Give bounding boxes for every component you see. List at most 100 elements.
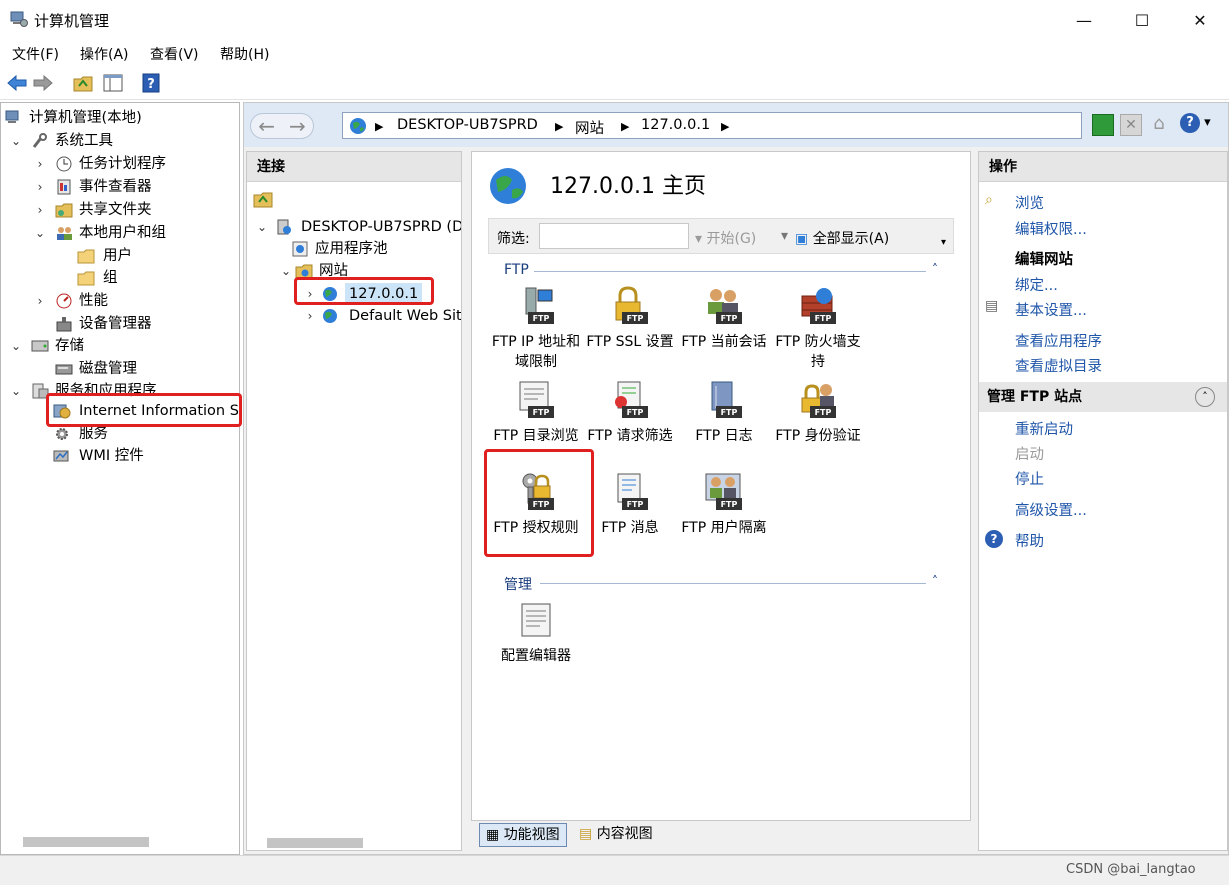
- back-forward-buttons[interactable]: ← →: [250, 113, 314, 139]
- help-dropdown[interactable]: ? ▾: [1180, 113, 1220, 137]
- collapse-icon[interactable]: ˄: [932, 574, 938, 588]
- chevron-down-icon[interactable]: ⌄: [9, 130, 23, 152]
- lock-icon: FTP: [615, 286, 648, 324]
- computer-management-icon: [5, 110, 19, 123]
- action-basic-settings[interactable]: 基本设置...: [1015, 299, 1087, 320]
- dropdown-icon[interactable]: ▾: [781, 228, 788, 244]
- menu-file[interactable]: 文件(F): [12, 44, 59, 64]
- back-arrow-icon[interactable]: [6, 72, 28, 94]
- collapse-icon[interactable]: ˄: [1195, 387, 1215, 407]
- feature-ftp-request[interactable]: FTP FTP 请求筛选: [582, 380, 678, 446]
- settings-icon: ▤: [985, 298, 999, 314]
- svg-text:FTP: FTP: [533, 408, 550, 417]
- horizontal-scrollbar[interactable]: [23, 837, 149, 847]
- close-button[interactable]: ✕: [1171, 0, 1229, 40]
- action-stop[interactable]: 停止: [1015, 468, 1044, 489]
- feature-ftp-ip[interactable]: FTP FTP IP 地址和域限制: [488, 286, 584, 372]
- action-restart[interactable]: 重新启动: [1015, 418, 1073, 439]
- highlight-site: [294, 277, 434, 305]
- feature-ftp-auth[interactable]: FTP FTP 身份验证: [770, 380, 866, 446]
- globe-icon: [490, 168, 526, 204]
- menu-help[interactable]: 帮助(H): [220, 44, 269, 64]
- title-bar: 计算机管理 — ☐ ✕: [0, 0, 1229, 40]
- svg-text:FTP: FTP: [815, 408, 832, 417]
- chevron-down-icon[interactable]: ⌄: [255, 216, 269, 238]
- crumb-separator: ▶: [555, 120, 564, 133]
- show-hide-tree-icon[interactable]: [102, 72, 124, 94]
- chevron-right-icon[interactable]: ›: [33, 153, 47, 175]
- menu-view[interactable]: 查看(V): [150, 44, 199, 64]
- funnel-icon: ▾: [695, 231, 703, 247]
- action-view-virtual-dirs[interactable]: 查看虚拟目录: [1015, 355, 1102, 376]
- filter-input[interactable]: [539, 223, 689, 249]
- user-isolation-icon: FTP: [705, 473, 742, 510]
- feature-ftp-browse[interactable]: FTP FTP 目录浏览: [488, 380, 584, 446]
- horizontal-scrollbar[interactable]: [267, 838, 363, 848]
- menu-action[interactable]: 操作(A): [80, 44, 129, 64]
- feature-ftp-sessions[interactable]: FTP FTP 当前会话: [676, 286, 772, 352]
- connect-icon[interactable]: [253, 190, 273, 208]
- help-icon[interactable]: ?: [140, 72, 162, 94]
- chevron-right-icon[interactable]: ›: [33, 199, 47, 221]
- chevron-right-icon[interactable]: ›: [33, 176, 47, 198]
- feature-ftp-firewall[interactable]: FTP FTP 防火墙支持: [770, 286, 866, 372]
- tab-content-view[interactable]: ▤ 内容视图: [575, 823, 657, 847]
- device-manager-icon: [56, 317, 72, 332]
- folder-icon: [77, 249, 95, 264]
- action-advanced-settings[interactable]: 高级设置...: [1015, 499, 1087, 520]
- start-filter-button[interactable]: ▾ 开始(G): [695, 228, 756, 248]
- status-bar: CSDN @bai_langtao: [0, 855, 1229, 885]
- chevron-down-icon[interactable]: ⌄: [9, 380, 23, 402]
- forward-arrow-icon[interactable]: [32, 72, 54, 94]
- breadcrumb[interactable]: ▶ DESKTOP-UB7SPRD ▶ 网站 ▶ 127.0.0.1 ▶: [342, 112, 1082, 139]
- feature-ftp-log[interactable]: FTP FTP 日志: [676, 380, 772, 446]
- svg-text:?: ?: [147, 77, 155, 92]
- action-view-applications[interactable]: 查看应用程序: [1015, 330, 1102, 351]
- forward-arrow-icon[interactable]: →: [289, 114, 306, 138]
- features-view-icon: ▦: [486, 827, 500, 843]
- highlight-authz: [484, 449, 594, 557]
- tab-features-view[interactable]: ▦ 功能视图: [479, 823, 567, 847]
- crumb-server[interactable]: DESKTOP-UB7SPRD: [397, 117, 538, 133]
- action-browse[interactable]: 浏览: [1015, 192, 1044, 213]
- crumb-site[interactable]: 127.0.0.1: [641, 117, 710, 133]
- shared-folder-icon: [55, 203, 73, 218]
- toolbar: ?: [0, 66, 1229, 100]
- chevron-down-icon[interactable]: ⌄: [33, 222, 47, 244]
- chevron-right-icon[interactable]: ›: [303, 305, 317, 327]
- actions-pane: 操作 ⌕ 浏览 编辑权限... 编辑网站 绑定... ▤ 基本设置... 查看应…: [978, 151, 1228, 851]
- show-all-button[interactable]: ▣ 全部显示(A): [795, 228, 889, 248]
- maximize-button[interactable]: ☐: [1113, 0, 1171, 40]
- section-divider: [534, 271, 926, 272]
- users-icon: [57, 227, 72, 240]
- menu-bar: 文件(F) 操作(A) 查看(V) 帮助(H): [0, 40, 1229, 66]
- refresh-icon[interactable]: [1092, 114, 1114, 136]
- scroll-down-icon[interactable]: ▾: [941, 237, 946, 248]
- log-icon: FTP: [711, 381, 742, 418]
- chevron-right-icon[interactable]: ›: [33, 290, 47, 312]
- svg-text:FTP: FTP: [627, 500, 644, 509]
- feature-ftp-msg[interactable]: FTP FTP 消息: [582, 472, 678, 538]
- collapse-icon[interactable]: ˄: [932, 262, 938, 276]
- chevron-down-icon[interactable]: ⌄: [9, 335, 23, 357]
- back-arrow-icon[interactable]: ←: [258, 114, 275, 138]
- feature-config-editor[interactable]: 配置编辑器: [488, 600, 584, 666]
- feature-ftp-isolation[interactable]: FTP FTP 用户隔离: [676, 472, 772, 538]
- stop-icon[interactable]: ✕: [1120, 114, 1142, 136]
- chevron-down-icon[interactable]: ⌄: [279, 260, 293, 282]
- minimize-button[interactable]: —: [1055, 0, 1113, 40]
- filter-bar: 筛选: ▾ 开始(G) ▾ ▣ 全部显示(A) ▾: [488, 218, 954, 254]
- directory-browse-icon: FTP: [519, 381, 554, 418]
- action-edit-permissions[interactable]: 编辑权限...: [1015, 218, 1087, 239]
- disk-icon: [55, 364, 73, 375]
- action-bindings[interactable]: 绑定...: [1015, 274, 1058, 295]
- up-folder-icon[interactable]: [72, 72, 94, 94]
- home-icon[interactable]: ⌂: [1148, 113, 1170, 135]
- message-icon: FTP: [617, 473, 648, 510]
- feature-ftp-ssl[interactable]: FTP FTP SSL 设置: [582, 286, 678, 352]
- action-help[interactable]: 帮助: [1015, 530, 1044, 551]
- crumb-separator: ▶: [721, 120, 730, 133]
- svg-text:FTP: FTP: [627, 408, 644, 417]
- ftp-ip-icon: FTP: [525, 287, 554, 324]
- crumb-sites[interactable]: 网站: [575, 117, 604, 138]
